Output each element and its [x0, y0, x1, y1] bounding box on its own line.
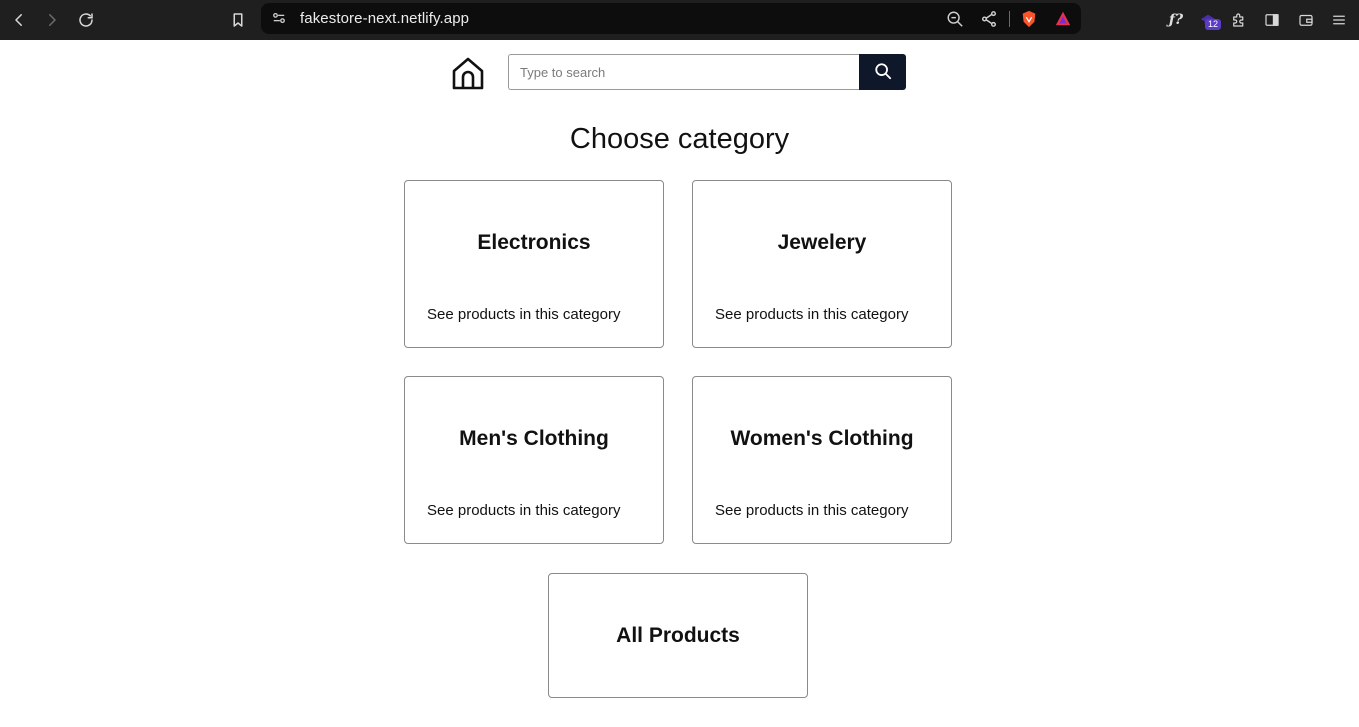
search-icon — [874, 62, 892, 83]
function-extension-icon[interactable]: ƒ? — [1164, 8, 1188, 32]
category-card-mens-clothing[interactable]: Men's Clothing See products in this cate… — [404, 376, 664, 544]
category-title: Electronics — [477, 231, 591, 254]
category-link[interactable]: See products in this category — [427, 306, 620, 323]
category-link[interactable]: See products in this category — [427, 502, 620, 519]
brave-rewards-icon[interactable] — [1054, 10, 1072, 28]
category-link[interactable]: See products in this category — [715, 502, 908, 519]
category-card-electronics[interactable]: Electronics See products in this categor… — [404, 180, 664, 348]
bookmark-icon[interactable] — [226, 8, 250, 32]
forward-arrow-icon[interactable] — [40, 8, 64, 32]
address-bar[interactable]: fakestore-next.netlify.app — [261, 3, 1081, 34]
menu-icon[interactable] — [1327, 8, 1351, 32]
back-arrow-icon[interactable] — [7, 8, 31, 32]
category-title: All Products — [616, 624, 740, 647]
extensions-puzzle-icon[interactable] — [1227, 8, 1251, 32]
zoom-out-icon[interactable] — [946, 10, 964, 28]
search-button[interactable] — [859, 54, 906, 90]
brave-shield-icon[interactable] — [1020, 10, 1038, 28]
browser-toolbar: fakestore-next.netlify.app ƒ? 12 — [0, 0, 1359, 40]
wallet-icon[interactable] — [1294, 8, 1318, 32]
page-title: Choose category — [569, 123, 790, 155]
category-card-womens-clothing[interactable]: Women's Clothing See products in this ca… — [692, 376, 952, 544]
extension-badge: 12 — [1205, 19, 1222, 30]
category-title: Jewelery — [777, 231, 867, 254]
category-title: Men's Clothing — [459, 427, 609, 450]
category-card-jewelery[interactable]: Jewelery See products in this category — [692, 180, 952, 348]
search-input[interactable] — [508, 54, 860, 90]
sidebar-icon[interactable] — [1260, 8, 1284, 32]
category-title: Women's Clothing — [730, 427, 914, 450]
site-settings-icon[interactable] — [272, 11, 286, 25]
category-card-all-products[interactable]: All Products — [548, 573, 808, 698]
divider — [1009, 11, 1010, 27]
category-link[interactable]: See products in this category — [715, 306, 908, 323]
share-icon[interactable] — [980, 10, 998, 28]
home-icon[interactable] — [451, 55, 485, 90]
url-text[interactable]: fakestore-next.netlify.app — [300, 10, 469, 27]
reload-icon[interactable] — [74, 8, 98, 32]
